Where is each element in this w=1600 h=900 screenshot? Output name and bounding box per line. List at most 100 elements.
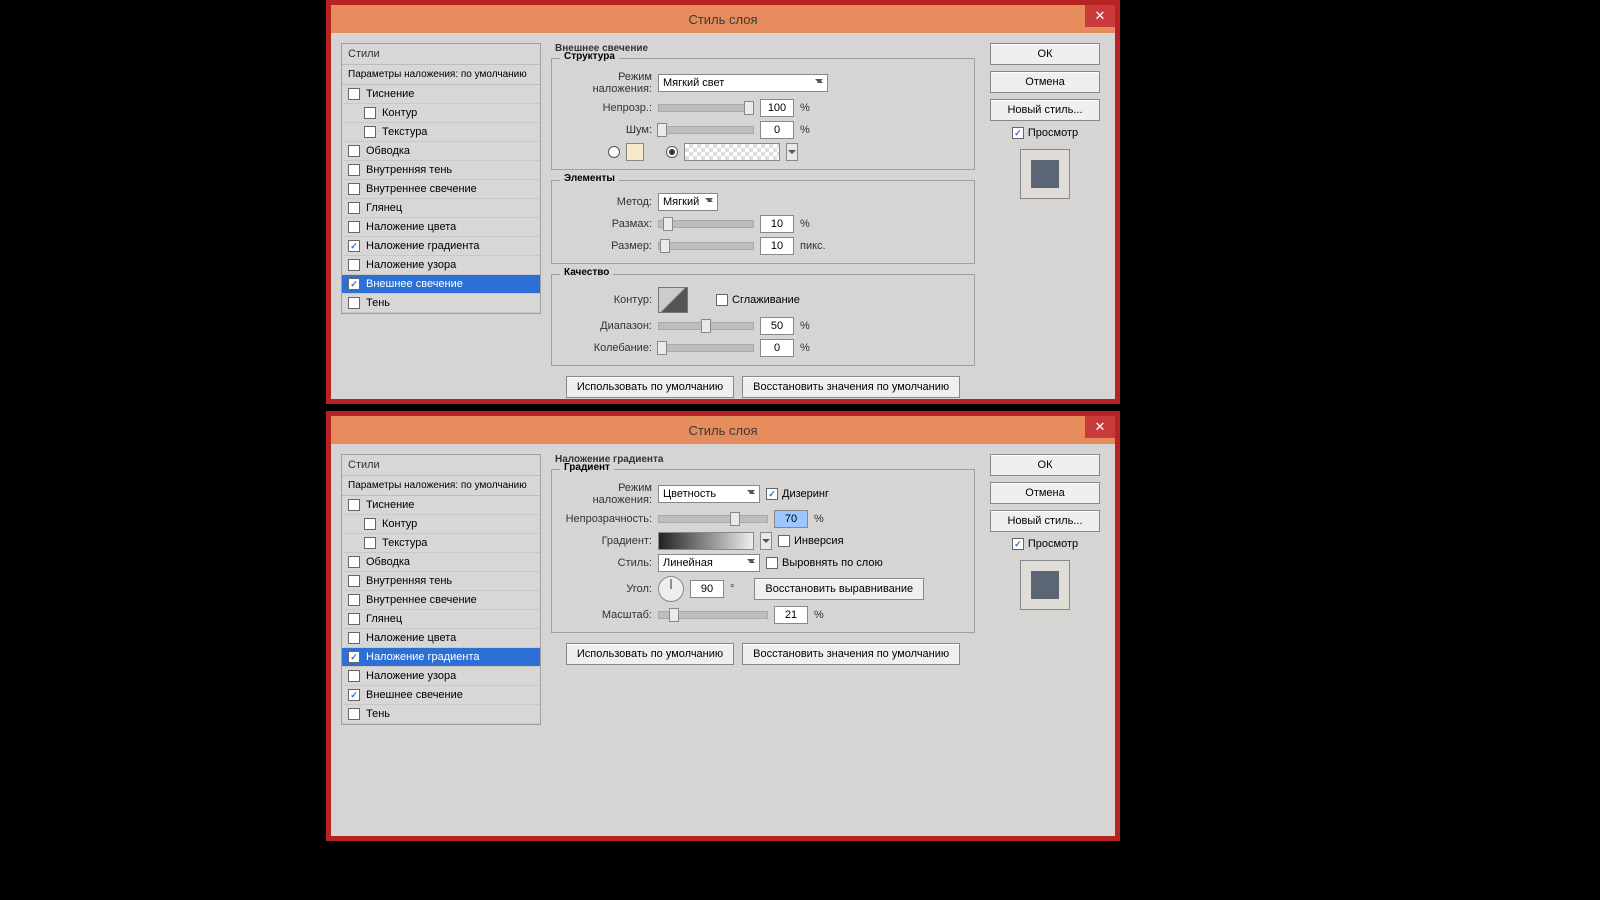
style-item-внутренняя-тень[interactable]: Внутренняя тень [342, 572, 540, 591]
style-item-наложение-узора[interactable]: Наложение узора [342, 667, 540, 686]
make-default-button[interactable]: Использовать по умолчанию [566, 376, 734, 398]
style-item-внешнее-свечение[interactable]: Внешнее свечение [342, 686, 540, 705]
close-button[interactable]: ✕ [1085, 5, 1115, 27]
titlebar[interactable]: Стиль слоя ✕ [331, 416, 1115, 444]
style-checkbox[interactable] [348, 689, 360, 701]
glow-color-swatch[interactable] [626, 143, 644, 161]
style-item-наложение-градиента[interactable]: Наложение градиента [342, 648, 540, 667]
size-slider[interactable] [658, 242, 754, 250]
close-button[interactable]: ✕ [1085, 416, 1115, 438]
color-source-radio-solid[interactable] [608, 146, 620, 158]
style-checkbox[interactable] [348, 278, 360, 290]
cancel-button[interactable]: Отмена [990, 482, 1100, 504]
style-checkbox[interactable] [348, 202, 360, 214]
styles-sub[interactable]: Параметры наложения: по умолчанию [342, 476, 540, 496]
style-item-наложение-градиента[interactable]: Наложение градиента [342, 237, 540, 256]
angle-dial[interactable] [658, 576, 684, 602]
style-item-глянец[interactable]: Глянец [342, 199, 540, 218]
reset-default-button[interactable]: Восстановить значения по умолчанию [742, 643, 960, 665]
style-checkbox[interactable] [348, 613, 360, 625]
style-checkbox[interactable] [364, 518, 376, 530]
style-dropdown[interactable]: Линейная [658, 554, 760, 572]
ok-button[interactable]: ОК [990, 43, 1100, 65]
preview-checkbox[interactable]: Просмотр [1012, 127, 1078, 139]
technique-dropdown[interactable]: Мягкий [658, 193, 718, 211]
style-checkbox[interactable] [348, 88, 360, 100]
style-item-текстура[interactable]: Текстура [342, 534, 540, 553]
style-item-текстура[interactable]: Текстура [342, 123, 540, 142]
style-checkbox[interactable] [364, 107, 376, 119]
reset-alignment-button[interactable]: Восстановить выравнивание [754, 578, 924, 600]
color-source-radio-gradient[interactable] [666, 146, 678, 158]
style-checkbox[interactable] [364, 537, 376, 549]
ok-button[interactable]: ОК [990, 454, 1100, 476]
contour-picker[interactable] [658, 287, 688, 313]
noise-input[interactable]: 0 [760, 121, 794, 139]
style-checkbox[interactable] [348, 164, 360, 176]
style-item-внешнее-свечение[interactable]: Внешнее свечение [342, 275, 540, 294]
style-checkbox[interactable] [348, 183, 360, 195]
range-slider[interactable] [658, 322, 754, 330]
style-item-наложение-узора[interactable]: Наложение узора [342, 256, 540, 275]
style-checkbox[interactable] [348, 670, 360, 682]
style-item-наложение-цвета[interactable]: Наложение цвета [342, 218, 540, 237]
blend-mode-dropdown[interactable]: Цветность [658, 485, 760, 503]
style-checkbox[interactable] [348, 708, 360, 720]
style-item-тень[interactable]: Тень [342, 294, 540, 313]
jitter-input[interactable]: 0 [760, 339, 794, 357]
style-checkbox[interactable] [348, 651, 360, 663]
new-style-button[interactable]: Новый стиль... [990, 510, 1100, 532]
styles-sub[interactable]: Параметры наложения: по умолчанию [342, 65, 540, 85]
preview-checkbox[interactable]: Просмотр [1012, 538, 1078, 550]
style-item-тиснение[interactable]: Тиснение [342, 496, 540, 515]
spread-slider[interactable] [658, 220, 754, 228]
spread-input[interactable]: 10 [760, 215, 794, 233]
style-checkbox[interactable] [364, 126, 376, 138]
jitter-slider[interactable] [658, 344, 754, 352]
opacity-input[interactable]: 100 [760, 99, 794, 117]
style-item-контур[interactable]: Контур [342, 104, 540, 123]
style-item-внутренняя-тень[interactable]: Внутренняя тень [342, 161, 540, 180]
style-checkbox[interactable] [348, 556, 360, 568]
size-input[interactable]: 10 [760, 237, 794, 255]
dither-checkbox[interactable]: Дизеринг [766, 488, 829, 500]
style-item-контур[interactable]: Контур [342, 515, 540, 534]
make-default-button[interactable]: Использовать по умолчанию [566, 643, 734, 665]
style-item-обводка[interactable]: Обводка [342, 553, 540, 572]
invert-checkbox[interactable]: Инверсия [778, 535, 844, 547]
scale-slider[interactable] [658, 611, 768, 619]
style-checkbox[interactable] [348, 499, 360, 511]
style-checkbox[interactable] [348, 259, 360, 271]
new-style-button[interactable]: Новый стиль... [990, 99, 1100, 121]
style-checkbox[interactable] [348, 145, 360, 157]
style-item-наложение-цвета[interactable]: Наложение цвета [342, 629, 540, 648]
cancel-button[interactable]: Отмена [990, 71, 1100, 93]
align-checkbox[interactable]: Выровнять по слою [766, 557, 883, 569]
opacity-input[interactable]: 70 [774, 510, 808, 528]
range-input[interactable]: 50 [760, 317, 794, 335]
titlebar[interactable]: Стиль слоя ✕ [331, 5, 1115, 33]
style-item-тиснение[interactable]: Тиснение [342, 85, 540, 104]
style-checkbox[interactable] [348, 221, 360, 233]
opacity-slider[interactable] [658, 515, 768, 523]
angle-input[interactable]: 90 [690, 580, 724, 598]
style-checkbox[interactable] [348, 575, 360, 587]
gradient-picker-arrow[interactable] [760, 532, 772, 550]
blend-mode-dropdown[interactable]: Мягкий свет [658, 74, 828, 92]
style-checkbox[interactable] [348, 594, 360, 606]
style-checkbox[interactable] [348, 240, 360, 252]
gradient-preview[interactable] [658, 532, 754, 550]
style-item-обводка[interactable]: Обводка [342, 142, 540, 161]
style-checkbox[interactable] [348, 297, 360, 309]
style-item-тень[interactable]: Тень [342, 705, 540, 724]
style-item-глянец[interactable]: Глянец [342, 610, 540, 629]
antialias-checkbox[interactable]: Сглаживание [716, 294, 800, 306]
noise-slider[interactable] [658, 126, 754, 134]
reset-default-button[interactable]: Восстановить значения по умолчанию [742, 376, 960, 398]
style-item-внутреннее-свечение[interactable]: Внутреннее свечение [342, 180, 540, 199]
scale-input[interactable]: 21 [774, 606, 808, 624]
gradient-picker-arrow[interactable] [786, 143, 798, 161]
glow-gradient-preview[interactable] [684, 143, 780, 161]
opacity-slider[interactable] [658, 104, 754, 112]
style-checkbox[interactable] [348, 632, 360, 644]
